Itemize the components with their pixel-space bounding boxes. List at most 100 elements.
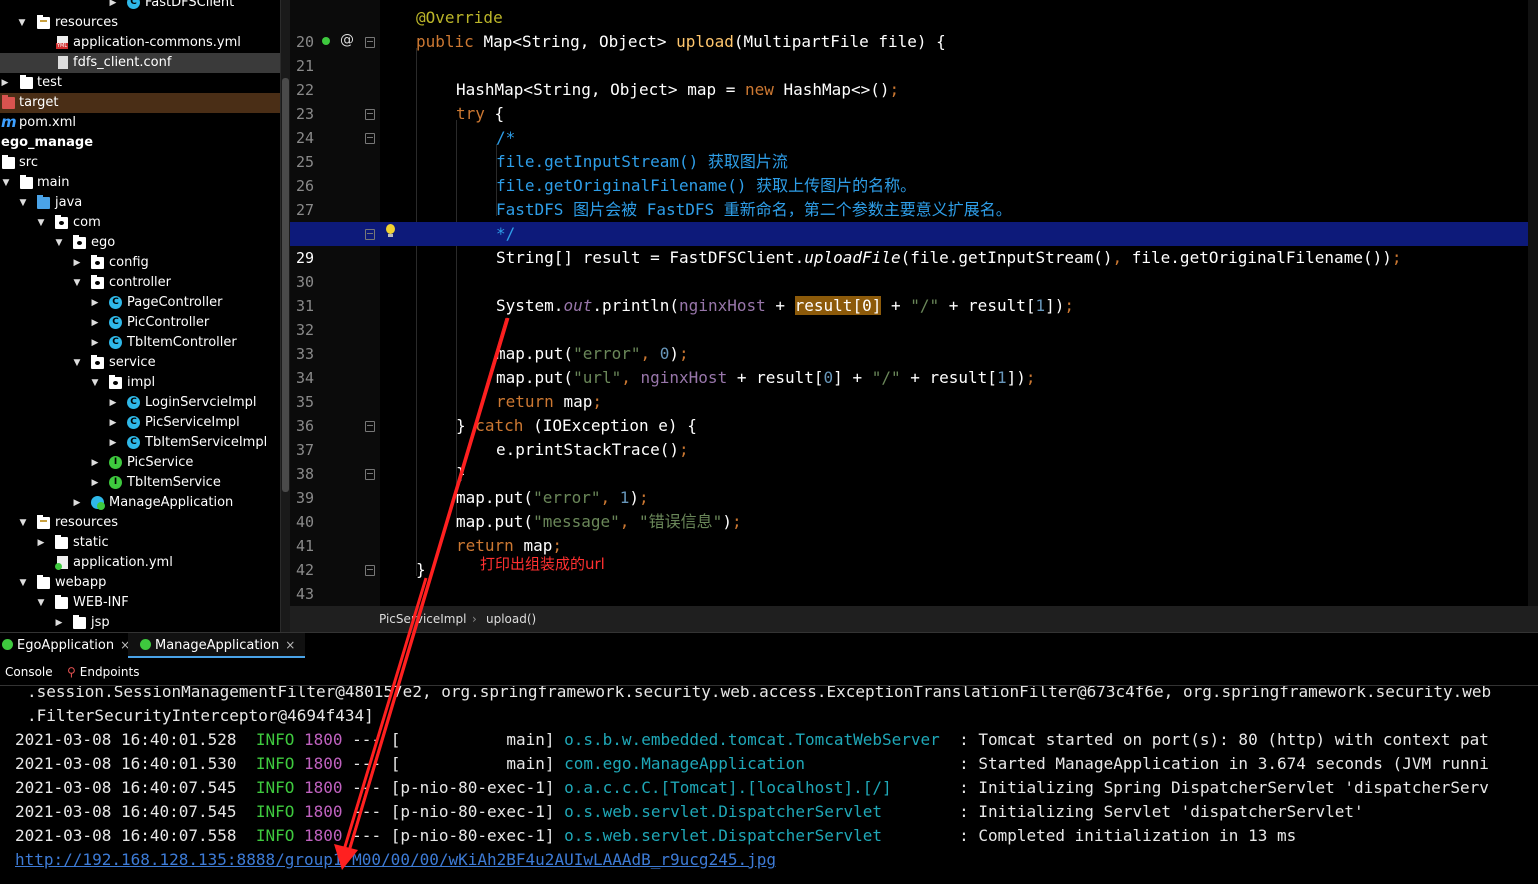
chevron-down-icon[interactable]: ▼ (18, 193, 28, 213)
fold-marker-icon[interactable] (365, 469, 375, 480)
code-line[interactable]: 40 map.put("error", 1); (290, 486, 1538, 531)
chevron-right-icon[interactable]: ▶ (90, 473, 100, 493)
tab-manageapplication[interactable]: ManageApplication × (128, 633, 306, 658)
chevron-right-icon[interactable]: ▶ (108, 433, 118, 453)
code-line[interactable]: 20 @Override (290, 6, 1538, 51)
chevron-down-icon[interactable]: ▼ (17, 13, 27, 33)
code-line[interactable]: 44 (290, 582, 1538, 606)
chevron-down-icon[interactable]: ▼ (18, 513, 28, 533)
chevron-right-icon[interactable]: ▶ (108, 413, 118, 433)
tree-item-jsp[interactable]: ▶ jsp (0, 613, 280, 632)
tree-item-main[interactable]: ▼ main (0, 173, 280, 193)
code-line[interactable]: 43 } (290, 558, 1538, 603)
override-marker-icon[interactable]: @ (340, 32, 354, 48)
code-line[interactable]: 27 file.getOriginalFilename() 获取上传图片的名称。 (290, 174, 1538, 219)
endpoints-tab[interactable]: ⚲ Endpoints (67, 659, 139, 685)
breadcrumb-class[interactable]: PicServiceImpl (379, 606, 466, 632)
code-line[interactable]: 30 String[] result = FastDFSClient.uploa… (290, 246, 1538, 291)
tree-item-webapp[interactable]: ▼ webapp (0, 573, 280, 593)
chevron-right-icon[interactable]: ▶ (54, 613, 64, 632)
tree-scrollbar-thumb[interactable] (282, 78, 289, 492)
tree-item-ego[interactable]: ▼ ego (0, 233, 280, 253)
code-line[interactable]: 32 System.out.println(nginxHost + result… (290, 294, 1538, 339)
code-editor[interactable]: 20 @Override 21 public Map<String, Objec… (290, 0, 1538, 606)
chevron-right-icon[interactable]: ▶ (108, 0, 118, 13)
code-line[interactable]: 28 FastDFS 图片会被 FastDFS 重新命名，第二个参数主要意义扩展… (290, 198, 1538, 243)
tree-item-fastdfsclient[interactable]: ▶ C FastDFSClient (0, 0, 280, 13)
chevron-right-icon[interactable]: ▶ (0, 73, 10, 93)
chevron-down-icon[interactable]: ▼ (72, 353, 82, 373)
editor-scrollbar[interactable] (1528, 0, 1538, 606)
code-line[interactable]: 38 e.printStackTrace(); (290, 438, 1538, 483)
chevron-down-icon[interactable]: ▼ (72, 273, 82, 293)
chevron-down-icon[interactable]: ▼ (1, 173, 11, 193)
console-output[interactable]: .session.SessionManagementFilter@480157e… (0, 686, 1538, 884)
tree-item-service[interactable]: ▼ service (0, 353, 280, 373)
fold-marker-icon[interactable] (365, 229, 375, 240)
chevron-right-icon[interactable]: ▶ (72, 493, 82, 513)
tab-egoapplication[interactable]: EgoApplication × (0, 633, 130, 658)
tree-item-loginservcieimpl[interactable]: ▶ C LoginServcieImpl (0, 393, 280, 413)
code-line[interactable]: 42 return map; (290, 534, 1538, 579)
code-line[interactable]: 35 map.put("url", nginxHost + result[0] … (290, 366, 1538, 411)
tree-item-impl[interactable]: ▼ impl (0, 373, 280, 393)
tree-item-application-commons-yml[interactable]: application-commons.yml (0, 33, 280, 53)
code-line[interactable]: 39 } (290, 462, 1538, 507)
tree-item-web-inf[interactable]: ▼ WEB-INF (0, 593, 280, 613)
code-line[interactable]: 25 /* (290, 126, 1538, 171)
chevron-right-icon[interactable]: ▶ (90, 313, 100, 333)
chevron-right-icon[interactable]: ▶ (36, 533, 46, 553)
chevron-right-icon[interactable]: ▶ (108, 393, 118, 413)
fold-marker-icon[interactable] (365, 109, 375, 120)
tree-item-src[interactable]: src (0, 153, 280, 173)
chevron-right-icon[interactable]: ▶ (90, 293, 100, 313)
tree-item-ego-manage[interactable]: ego_manage (0, 133, 280, 153)
tree-item-piccontroller[interactable]: ▶ C PicController (0, 313, 280, 333)
code-line[interactable]: 26 file.getInputStream() 获取图片流 (290, 150, 1538, 195)
code-line-current[interactable]: 29 */ (290, 222, 1538, 267)
code-line[interactable]: 33 (290, 318, 1538, 363)
fold-marker-icon[interactable] (365, 37, 375, 48)
code-line[interactable]: 34 map.put("error", 0); (290, 342, 1538, 387)
close-icon[interactable]: × (285, 638, 295, 652)
chevron-right-icon[interactable]: ▶ (72, 253, 82, 273)
tree-item-config[interactable]: ▶ config (0, 253, 280, 273)
tree-item-com[interactable]: ▼ com (0, 213, 280, 233)
tree-item-target[interactable]: target (0, 93, 280, 113)
tree-item-test[interactable]: ▶ test (0, 73, 280, 93)
chevron-right-icon[interactable]: ▶ (90, 333, 100, 353)
fold-marker-icon[interactable] (365, 565, 375, 576)
tree-item-fdfs-client-conf[interactable]: fdfs_client.conf (0, 53, 280, 73)
tree-item-picservice[interactable]: ▶ I PicService (0, 453, 280, 473)
code-line[interactable]: 24 try { (290, 102, 1538, 147)
tree-item-manageapplication[interactable]: ▶ ManageApplication (0, 493, 280, 513)
breadcrumb-method[interactable]: upload() (486, 606, 536, 632)
chevron-down-icon[interactable]: ▼ (18, 573, 28, 593)
code-line[interactable]: 31 (290, 270, 1538, 315)
tree-item-pagecontroller[interactable]: ▶ C PageController (0, 293, 280, 313)
tree-item-application-yml[interactable]: application.yml (0, 553, 280, 573)
tree-item-static[interactable]: ▶ static (0, 533, 280, 553)
code-line[interactable]: 41 map.put("message", "错误信息"); (290, 510, 1538, 555)
chevron-down-icon[interactable]: ▼ (54, 233, 64, 253)
tree-item-tbitemservice[interactable]: ▶ I TbItemService (0, 473, 280, 493)
implementation-marker-icon[interactable] (322, 37, 330, 45)
console-tab[interactable]: Console (5, 659, 53, 685)
code-line[interactable]: 37 } catch (IOException e) { (290, 414, 1538, 459)
code-line[interactable]: 36 return map; (290, 390, 1538, 435)
fold-marker-icon[interactable] (365, 133, 375, 144)
uploaded-image-url-link[interactable]: http://192.168.128.135:8888/group1/M00/0… (15, 850, 776, 869)
tree-item-pom-xml[interactable]: m pom.xml (0, 113, 280, 133)
tree-item-picserviceimpl[interactable]: ▶ C PicServiceImpl (0, 413, 280, 433)
tree-item-resources-main[interactable]: ▼ resources (0, 513, 280, 533)
code-line[interactable]: 22 (290, 54, 1538, 99)
code-line[interactable]: 23 HashMap<String, Object> map = new Has… (290, 78, 1538, 123)
tree-item-java[interactable]: ▼ java (0, 193, 280, 213)
tree-item-tbitemserviceimpl[interactable]: ▶ C TbItemServiceImpl (0, 433, 280, 453)
fold-marker-icon[interactable] (365, 421, 375, 432)
chevron-right-icon[interactable]: ▶ (90, 453, 100, 473)
chevron-down-icon[interactable]: ▼ (90, 373, 100, 393)
lightbulb-icon[interactable] (386, 224, 395, 237)
chevron-down-icon[interactable]: ▼ (36, 593, 46, 613)
chevron-down-icon[interactable]: ▼ (36, 213, 46, 233)
